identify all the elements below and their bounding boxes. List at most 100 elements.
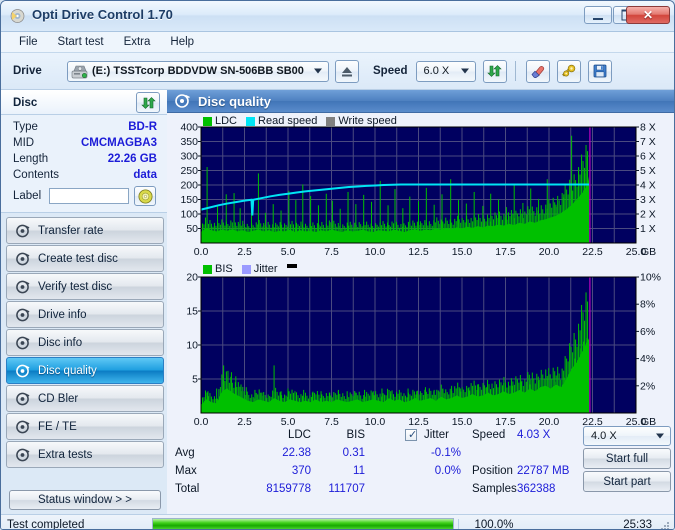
stats-panel: LDC BIS ✓ Jitter Avg Max Total 22.38 370… <box>167 426 674 495</box>
menu-help[interactable]: Help <box>160 34 204 50</box>
nav-item-cd-bler[interactable]: CD Bler <box>6 385 164 412</box>
nav-item-drive-info[interactable]: Drive info <box>6 301 164 328</box>
nav-item-transfer-rate[interactable]: Transfer rate <box>6 217 164 244</box>
speed-select[interactable]: 6.0 X <box>415 60 476 82</box>
disc-label-button[interactable] <box>134 186 157 206</box>
nav-item-disc-info[interactable]: Disc info <box>6 329 164 356</box>
disc-info-value: CMCMAGBA3 <box>80 137 157 149</box>
disc-info-key: Length <box>13 153 49 165</box>
nav-item-fe-te[interactable]: FE / TE <box>6 413 164 440</box>
disc-create-icon <box>16 252 30 265</box>
disc-info-value: data <box>133 169 157 181</box>
svg-text:20: 20 <box>186 272 198 284</box>
stats-speed-label: Speed <box>472 429 506 441</box>
nav-item-label: CD Bler <box>38 392 79 405</box>
svg-text:350: 350 <box>180 136 198 148</box>
minimize-button[interactable] <box>584 6 612 24</box>
svg-text:5.0: 5.0 <box>281 416 296 428</box>
stats-ldc-total: 8159778 <box>266 483 311 495</box>
legend-swatch-extra <box>286 264 297 268</box>
stats-position-label: Position <box>472 465 513 477</box>
progress-bar-fill <box>153 519 453 529</box>
svg-text:20.0: 20.0 <box>539 246 560 258</box>
nav-item-create-test-disc[interactable]: Create test disc <box>6 245 164 272</box>
nav-item-disc-quality[interactable]: Disc quality <box>6 357 164 384</box>
stats-jitter-avg: -0.1% <box>430 447 461 459</box>
svg-text:3 X: 3 X <box>640 194 656 206</box>
stats-bis-avg: 0.31 <box>342 447 365 459</box>
jitter-checkbox[interactable]: ✓ <box>405 429 417 441</box>
disc-panel-header: Disc <box>1 90 167 115</box>
status-text: Test completed <box>7 518 85 530</box>
main-panel: Disc quality LDC Read speed Write speed … <box>167 90 674 529</box>
disc-quality-icon <box>175 94 190 108</box>
status-bar: Test completed 100.0% 25:33 <box>1 514 674 530</box>
svg-text:7 X: 7 X <box>640 136 656 148</box>
disc-info-value: 22.26 GB <box>107 153 157 165</box>
stats-speed-value: 4.03 X <box>517 429 551 441</box>
drive-info-icon <box>16 308 30 321</box>
save-button[interactable] <box>587 59 612 83</box>
elapsed-time: 25:33 <box>623 518 652 530</box>
disc-refresh-button[interactable] <box>136 92 160 113</box>
disc-quality-header: Disc quality <box>167 90 674 113</box>
test-speed-select[interactable]: 4.0 X <box>583 426 671 446</box>
start-part-label: Start part <box>603 475 651 488</box>
eject-button[interactable] <box>335 59 359 83</box>
eraser-icon <box>531 66 544 78</box>
svg-text:17.5: 17.5 <box>495 416 516 428</box>
svg-text:6 X: 6 X <box>640 151 656 163</box>
legend-swatch-jitter <box>241 264 251 274</box>
svg-text:2.5: 2.5 <box>237 246 252 258</box>
disc-info-row-contents: Contents data <box>1 167 167 183</box>
disc-info-value: BD-R <box>128 121 157 133</box>
refresh-button[interactable] <box>482 59 507 83</box>
status-window-button[interactable]: Status window > > <box>9 490 161 510</box>
toolbar: Drive (E:) TSSTcorp BDDVDW SN-506BB SB00… <box>1 53 674 90</box>
disc-info-list: Type BD-R MID CMCMAGBA3 Length 22.26 GB … <box>1 115 167 213</box>
stats-samples-label: Samples <box>472 483 517 495</box>
menu-start-test[interactable]: Start test <box>48 34 114 50</box>
svg-text:10: 10 <box>186 340 198 352</box>
svg-text:0.0: 0.0 <box>194 246 209 258</box>
start-part-button[interactable]: Start part <box>583 471 671 492</box>
stats-ldc-max: 370 <box>291 465 311 477</box>
stats-header-jitter: Jitter <box>424 429 449 441</box>
nav-item-label: FE / TE <box>38 420 77 433</box>
svg-text:15.0: 15.0 <box>452 416 473 428</box>
svg-text:2.5: 2.5 <box>237 416 252 428</box>
svg-text:4 X: 4 X <box>640 180 656 192</box>
legend-label-read-speed: Read speed <box>258 115 318 127</box>
svg-text:7.5: 7.5 <box>324 416 339 428</box>
app-window: Opti Drive Control 1.70 ✕ File Start tes… <box>0 0 675 530</box>
ldc-chart-legend: LDC Read speed Write speed <box>203 115 402 127</box>
stats-bis-max: 11 <box>353 465 365 477</box>
stats-position-value: 22787 MB <box>517 465 570 477</box>
settings-button[interactable] <box>556 59 581 83</box>
drive-icon <box>71 65 88 78</box>
window-title: Opti Drive Control 1.70 <box>32 7 173 22</box>
disc-info-key: MID <box>13 137 35 149</box>
speed-label: Speed <box>373 65 408 77</box>
menu-extra[interactable]: Extra <box>114 34 161 50</box>
disc-info-icon <box>16 336 30 349</box>
start-full-button[interactable]: Start full <box>583 448 671 469</box>
nav-item-verify-test-disc[interactable]: Verify test disc <box>6 273 164 300</box>
drive-select[interactable]: (E:) TSSTcorp BDDVDW SN-506BB SB00 <box>67 60 329 82</box>
nav-item-extra-tests[interactable]: Extra tests <box>6 441 164 468</box>
legend-swatch-read-speed <box>246 116 256 126</box>
disc-label-key: Label <box>13 190 42 202</box>
disc-icon <box>10 9 25 23</box>
status-window-label: Status window > > <box>38 494 132 506</box>
close-button[interactable]: ✕ <box>626 6 670 24</box>
menu-file[interactable]: File <box>9 34 48 50</box>
disc-info-key: Contents <box>13 169 60 181</box>
disc-info-key: Type <box>13 121 38 133</box>
progress-bar <box>152 518 454 529</box>
toolbar-separator <box>514 61 516 81</box>
erase-button[interactable] <box>525 59 550 83</box>
disc-label-row: Label <box>1 183 167 207</box>
disc-label-input[interactable] <box>49 188 130 204</box>
stats-jitter-max: 0.0% <box>434 465 461 477</box>
svg-text:2%: 2% <box>640 380 655 392</box>
